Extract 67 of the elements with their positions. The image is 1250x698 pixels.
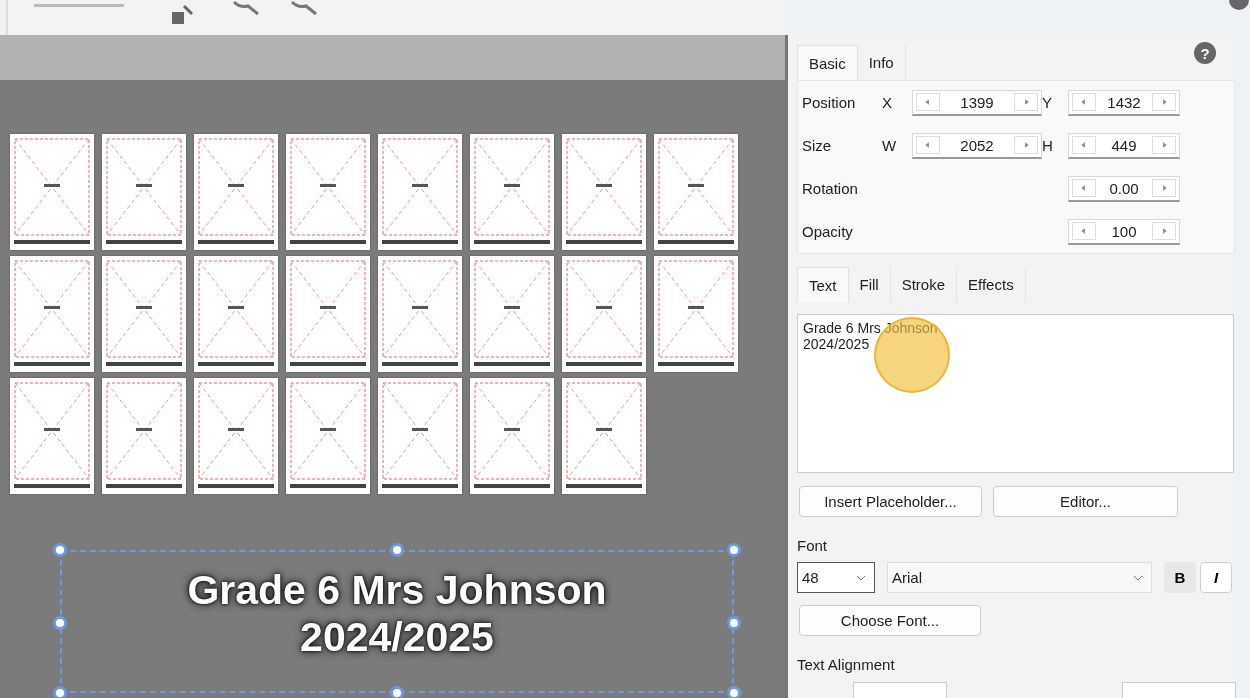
spin-value: 0.00 — [1108, 179, 1140, 197]
font-label: Font — [797, 537, 828, 554]
resize-handle[interactable] — [53, 543, 67, 557]
text-alignment-label: Text Alignment — [797, 656, 896, 673]
axis-label: Y — [1042, 94, 1053, 111]
resize-handle[interactable] — [53, 616, 67, 630]
image-placeholder-thumbnail[interactable] — [286, 256, 370, 372]
image-placeholder-thumbnail[interactable] — [562, 378, 646, 494]
chevron-down-icon — [856, 574, 866, 581]
image-placeholder-thumbnail[interactable] — [194, 256, 278, 372]
image-placeholder-thumbnail[interactable] — [102, 134, 186, 250]
bold-button[interactable]: B — [1164, 562, 1196, 593]
resize-handle[interactable] — [390, 686, 404, 698]
resize-handle[interactable] — [727, 543, 741, 557]
image-placeholder-thumbnail[interactable] — [378, 134, 462, 250]
help-button[interactable]: ? — [1194, 42, 1216, 64]
image-placeholder-thumbnail[interactable] — [10, 378, 94, 494]
image-placeholder-thumbnail[interactable] — [378, 378, 462, 494]
axis-label: W — [882, 137, 898, 154]
property-label: Size — [802, 137, 833, 154]
spin-value: 1432 — [1106, 93, 1142, 111]
canvas-text-line[interactable]: 2024/2025 — [300, 614, 494, 661]
image-placeholder-thumbnail[interactable] — [102, 378, 186, 494]
choose-font-button[interactable]: Choose Font... — [799, 605, 981, 636]
resize-handle[interactable] — [727, 616, 741, 630]
style-tab[interactable]: Stroke — [890, 267, 958, 302]
image-placeholder-thumbnail[interactable] — [562, 134, 646, 250]
resize-handle[interactable] — [53, 686, 67, 698]
font-size-dropdown[interactable]: 48 — [797, 562, 875, 593]
axis-label: X — [882, 94, 893, 111]
editor-button[interactable]: Editor... — [993, 486, 1178, 517]
image-placeholder-thumbnail[interactable] — [470, 256, 554, 372]
image-placeholder-thumbnail[interactable] — [286, 134, 370, 250]
image-placeholder-thumbnail[interactable] — [10, 134, 94, 250]
style-tab[interactable]: Fill — [848, 267, 891, 302]
image-placeholder-thumbnail[interactable] — [470, 134, 554, 250]
resize-handle[interactable] — [727, 686, 741, 698]
axis-label: H — [1042, 137, 1054, 154]
spin-value: 1399 — [959, 93, 995, 111]
image-placeholder-thumbnail[interactable] — [378, 256, 462, 372]
spin-value: 2052 — [959, 136, 995, 154]
property-label: Opacity — [802, 223, 854, 240]
property-label: Position — [802, 94, 857, 111]
canvas-text-line[interactable]: Grade 6 Mrs Johnson — [187, 567, 607, 614]
zoom-icon[interactable] — [290, 0, 320, 16]
spin-value: 449 — [1110, 136, 1138, 154]
image-placeholder-thumbnail[interactable] — [654, 256, 738, 372]
resize-handle[interactable] — [390, 543, 404, 557]
zoom-icon[interactable] — [232, 0, 262, 16]
image-placeholder-thumbnail[interactable] — [102, 256, 186, 372]
style-tab[interactable]: Effects — [957, 267, 1026, 302]
property-label: Rotation — [802, 180, 859, 197]
image-placeholder-thumbnail[interactable] — [10, 256, 94, 372]
image-placeholder-thumbnail[interactable] — [194, 134, 278, 250]
properties-tab[interactable]: Basic — [797, 45, 858, 80]
image-placeholder-thumbnail[interactable] — [562, 256, 646, 372]
italic-button[interactable]: I — [1200, 562, 1232, 593]
image-placeholder-thumbnail[interactable] — [654, 134, 738, 250]
insert-placeholder-button[interactable]: Insert Placeholder... — [799, 486, 982, 517]
text-input-field[interactable]: Grade 6 Mrs Johnson 2024/2025 — [797, 314, 1234, 473]
image-placeholder-thumbnail[interactable] — [194, 378, 278, 494]
image-placeholder-thumbnail[interactable] — [470, 378, 554, 494]
chevron-down-icon — [1133, 574, 1143, 581]
font-family-dropdown[interactable]: Arial — [887, 562, 1152, 593]
image-placeholder-thumbnail[interactable] — [286, 378, 370, 494]
spin-value: 100 — [1110, 222, 1138, 240]
style-tab[interactable]: Text — [797, 267, 849, 302]
